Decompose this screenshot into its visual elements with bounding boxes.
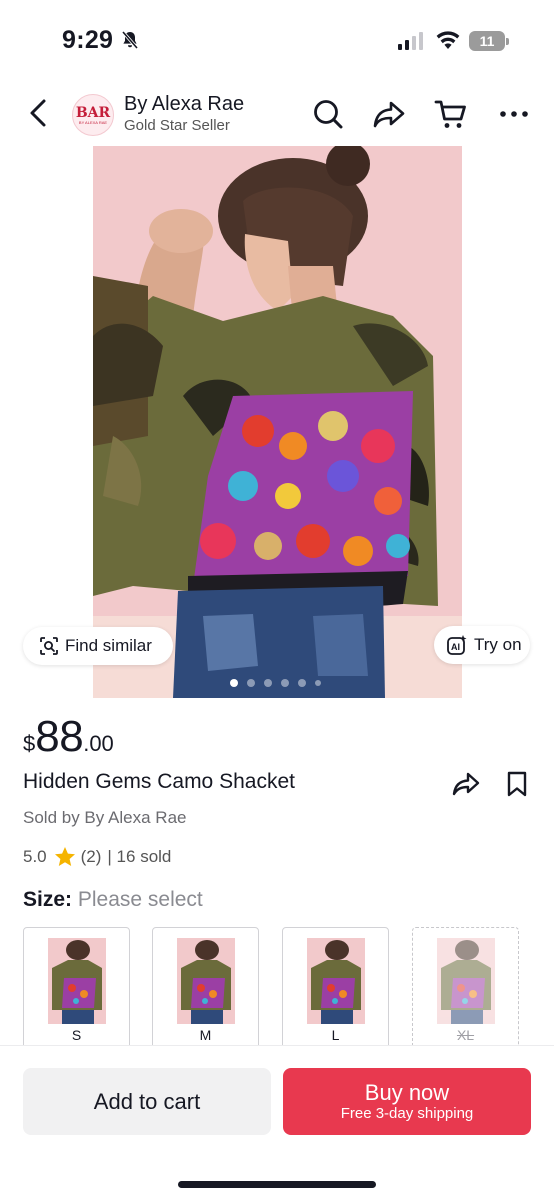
search-icon[interactable] [311,97,345,131]
size-option-label: XL [456,1027,475,1043]
size-thumbnail [48,938,106,1024]
pagination-dot[interactable] [298,679,306,687]
logo-subtext: BY ALEXA RAE [78,119,108,125]
buy-now-label: Buy now [364,1079,450,1105]
price-whole: 88 [35,712,84,761]
bell-slash-icon [121,30,139,50]
more-icon[interactable] [497,97,531,131]
size-option-label: S [71,1027,82,1043]
size-selector-header: Size: Please select [23,888,203,912]
pagination-dot[interactable] [264,679,272,687]
size-thumbnail [437,938,495,1024]
cart-icon[interactable] [434,97,468,131]
product-title: Hidden Gems Camo Shacket [23,770,295,793]
size-option-s[interactable]: S [23,927,130,1052]
seller-name[interactable]: By Alexa Rae [124,93,244,116]
pagination-dot[interactable] [315,680,321,686]
review-count: (2) [80,847,102,866]
size-thumbnail [307,938,365,1024]
buy-now-button[interactable]: Buy now Free 3-day shipping [283,1068,531,1135]
shipping-note: Free 3-day shipping [340,1104,474,1122]
size-option-l[interactable]: L [282,927,389,1052]
image-pagination [230,679,321,687]
price-currency: $ [23,731,36,756]
size-value: Please select [77,888,203,911]
battery-icon: 11 [469,31,509,51]
bottom-action-bar: Add to cart Buy now Free 3-day shipping [0,1045,554,1200]
sold-count: | 16 sold [107,847,172,866]
size-option-xl[interactable]: XL [412,927,519,1052]
pagination-dot[interactable] [247,679,255,687]
rating-value: 5.0 [23,847,47,866]
size-option-m[interactable]: M [152,927,259,1052]
price-decimal: .00 [83,731,114,756]
ai-try-on-icon: AI [447,635,467,655]
header: BAR BY ALEXA RAE By Alexa Rae Gold Star … [0,86,554,142]
share-icon[interactable] [451,770,481,798]
size-option-label: L [331,1027,340,1043]
product-image[interactable] [93,146,462,698]
star-icon [54,847,75,866]
size-label: Size: [23,888,73,911]
find-similar-label: Find similar [65,636,152,655]
pagination-dot[interactable] [281,679,289,687]
logo-text: BAR [75,104,111,121]
product-photo [93,146,462,698]
size-option-label: M [199,1027,212,1043]
home-indicator[interactable] [178,1181,376,1188]
sold-by[interactable]: Sold by By Alexa Rae [23,808,186,828]
seller-badge: Gold Star Seller [124,117,230,134]
rating-row[interactable]: 5.0 (2) | 16 sold [23,845,171,869]
status-bar: 9:29 11 [0,0,554,80]
wifi-icon [436,31,460,49]
svg-text:AI: AI [451,642,460,652]
share-icon[interactable] [372,97,406,131]
size-thumbnail [177,938,235,1024]
find-similar-button[interactable]: Find similar [23,627,173,665]
cellular-signal-icon [398,32,423,50]
status-time: 9:29 [62,26,114,54]
pagination-dot[interactable] [230,679,238,687]
bookmark-icon[interactable] [504,770,530,798]
back-icon[interactable] [26,98,52,128]
try-on-button[interactable]: AI Try on [434,626,530,664]
visual-search-icon [40,637,58,655]
size-options: S M L XL [23,927,543,1052]
price: $ 88 .00 [23,712,114,762]
try-on-label: Try on [474,635,522,654]
seller-logo[interactable]: BAR BY ALEXA RAE [72,94,114,136]
battery-level: 11 [469,31,505,51]
add-to-cart-button[interactable]: Add to cart [23,1068,271,1135]
